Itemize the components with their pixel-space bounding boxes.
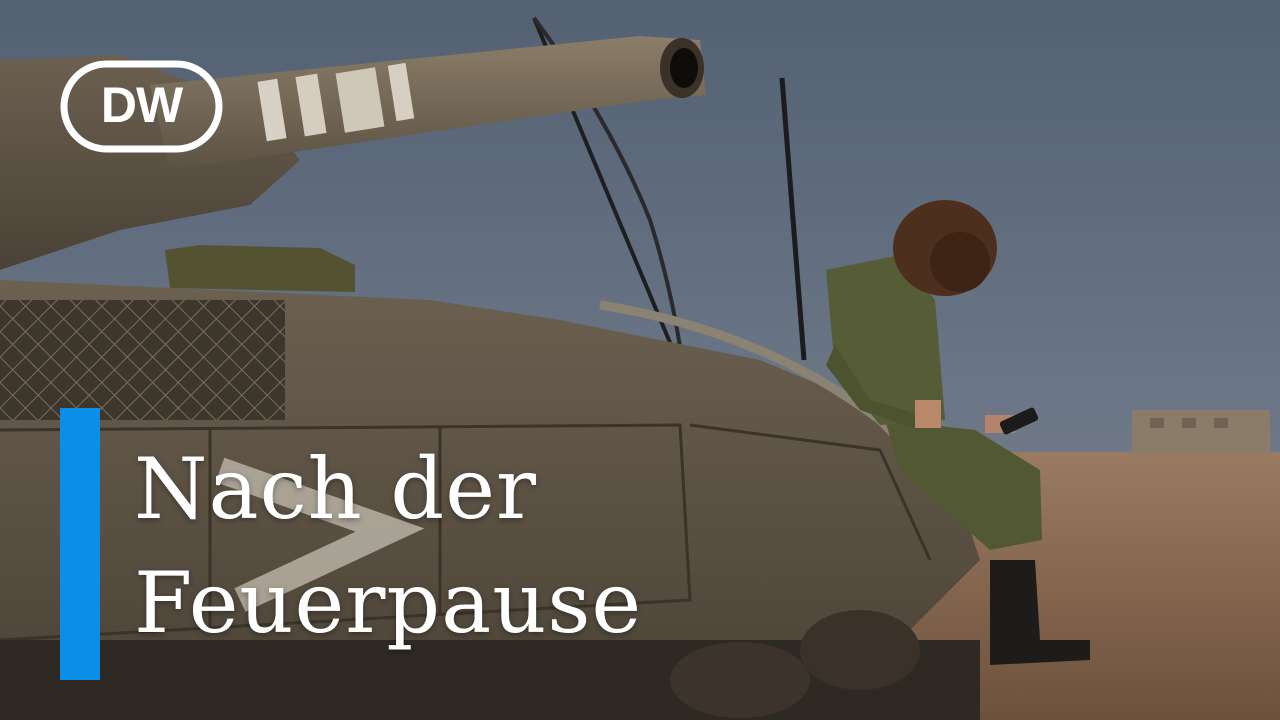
title-line-1: Nach der bbox=[134, 440, 538, 538]
dw-logo: DW bbox=[60, 60, 223, 153]
dw-logo-text: DW bbox=[101, 77, 184, 133]
title-line-2: Feuerpause bbox=[134, 554, 643, 652]
side-mesh bbox=[0, 300, 285, 420]
video-title: Nach der Feuerpause bbox=[134, 432, 894, 660]
stowed-bag bbox=[165, 245, 355, 292]
distant-building bbox=[1132, 410, 1270, 454]
video-thumbnail[interactable]: DW Nach der Feuerpause bbox=[0, 0, 1280, 720]
caption-accent-bar bbox=[60, 408, 100, 680]
